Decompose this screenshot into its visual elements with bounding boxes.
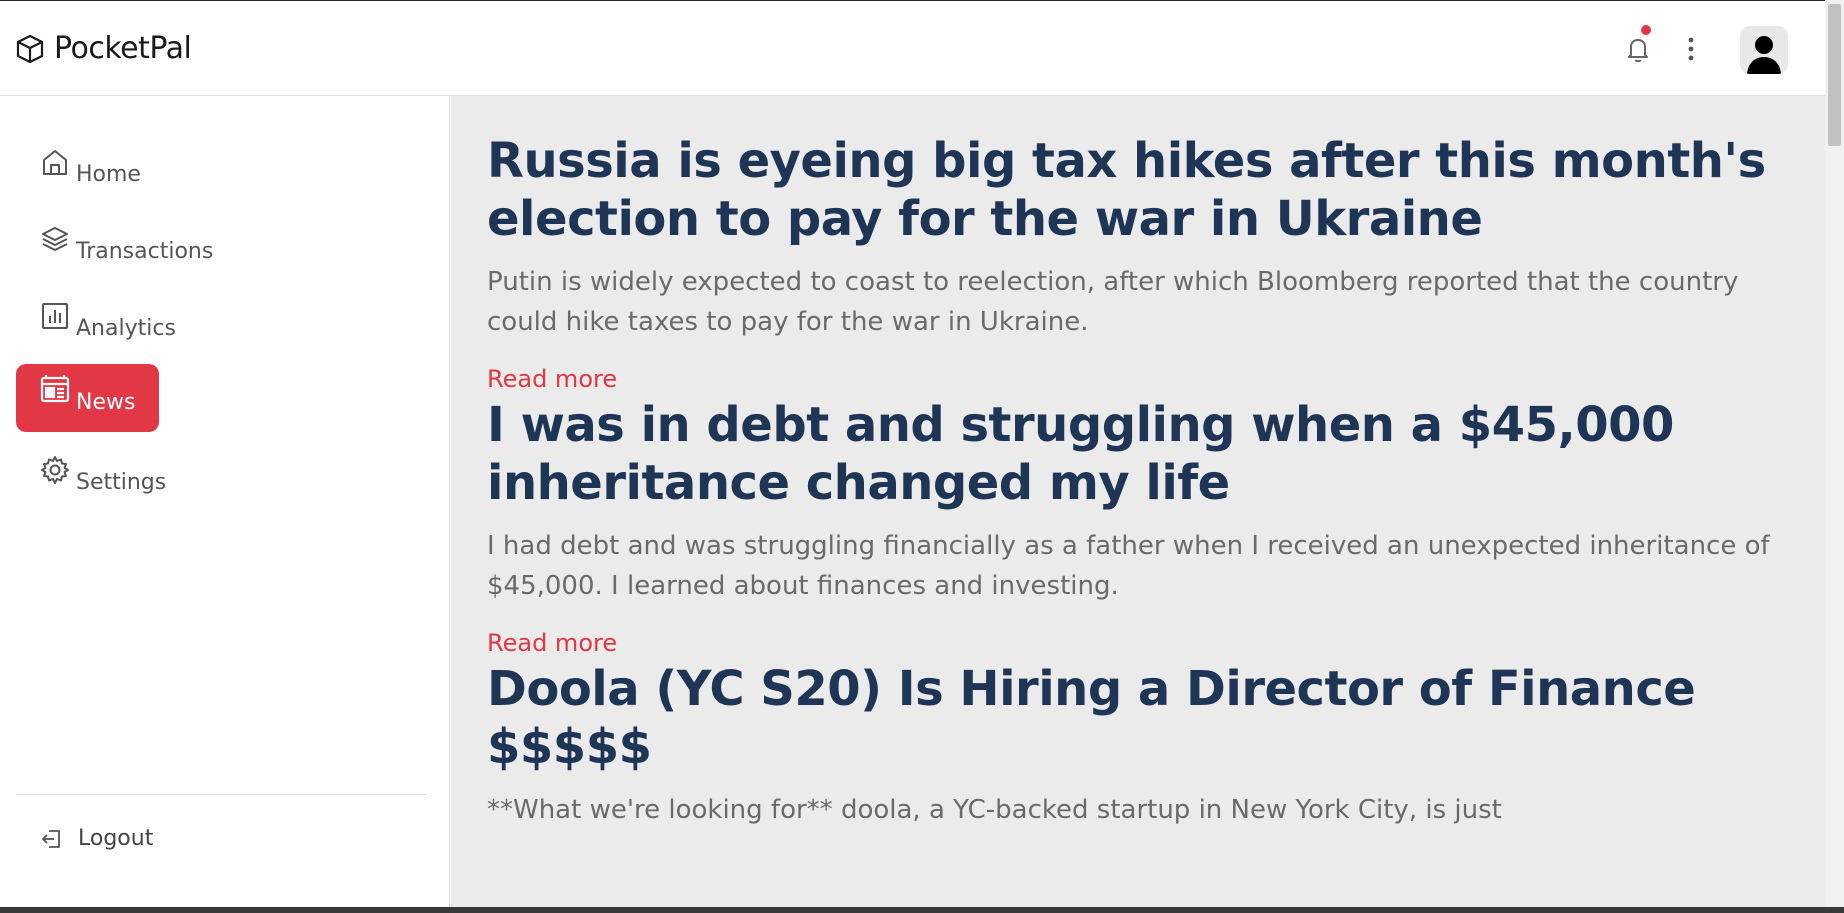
article-card: Doola (YC S20) Is Hiring a Director of F… xyxy=(451,660,1825,830)
home-icon xyxy=(43,150,67,175)
article-summary: I had debt and was struggling financiall… xyxy=(487,531,1770,601)
avatar[interactable] xyxy=(1740,26,1788,74)
sidebar-divider xyxy=(16,794,426,795)
bar-chart-icon xyxy=(42,303,68,329)
sidebar-item-transactions[interactable]: Transactions xyxy=(16,213,237,281)
logout-label: Logout xyxy=(78,826,154,851)
article-card: Russia is eyeing big tax hikes after thi… xyxy=(451,132,1825,394)
gear-icon xyxy=(41,456,69,484)
sidebar-item-label: Transactions xyxy=(76,238,214,264)
scrollbar[interactable] xyxy=(1825,0,1844,907)
article-summary: Putin is widely expected to coast to ree… xyxy=(487,267,1739,337)
notification-badge xyxy=(1641,25,1651,35)
sidebar-item-settings[interactable]: Settings xyxy=(16,444,190,512)
read-more-link[interactable]: Read more xyxy=(487,364,617,394)
window-bottom-edge xyxy=(0,907,1844,913)
logout-button[interactable]: Logout xyxy=(40,826,153,851)
top-bar: PocketPal xyxy=(0,0,1844,96)
article-title[interactable]: I was in debt and struggling when a $45,… xyxy=(487,396,1793,512)
logout-icon xyxy=(42,829,60,848)
layers-icon xyxy=(42,227,68,251)
sidebar-item-label: Settings xyxy=(76,469,167,495)
app-name: PocketPal xyxy=(54,31,192,66)
more-vertical-icon[interactable] xyxy=(1681,35,1701,63)
logo[interactable]: PocketPal xyxy=(14,31,192,66)
article-card: I was in debt and struggling when a $45,… xyxy=(451,396,1825,658)
sidebar-item-label: Home xyxy=(76,161,141,187)
article-summary: **What we're looking for** doola, a YC-b… xyxy=(487,795,1502,825)
scrollbar-thumb[interactable] xyxy=(1828,4,1841,146)
newspaper-icon xyxy=(40,375,70,403)
sidebar-item-news[interactable]: News xyxy=(16,364,160,432)
article-title[interactable]: Russia is eyeing big tax hikes after thi… xyxy=(487,132,1793,248)
news-feed: Russia is eyeing big tax hikes after thi… xyxy=(451,96,1825,907)
read-more-link[interactable]: Read more xyxy=(487,628,617,658)
sidebar-item-home[interactable]: Home xyxy=(16,136,165,204)
sidebar: Home Transactions Analytics News Setting… xyxy=(0,96,450,913)
sidebar-item-analytics[interactable]: Analytics xyxy=(16,290,200,358)
sidebar-item-label: Analytics xyxy=(76,315,176,341)
user-icon xyxy=(1747,36,1781,74)
bell-icon[interactable] xyxy=(1622,33,1654,65)
article-title[interactable]: Doola (YC S20) Is Hiring a Director of F… xyxy=(487,660,1793,776)
box-icon xyxy=(16,34,44,63)
sidebar-item-label: News xyxy=(76,389,136,415)
